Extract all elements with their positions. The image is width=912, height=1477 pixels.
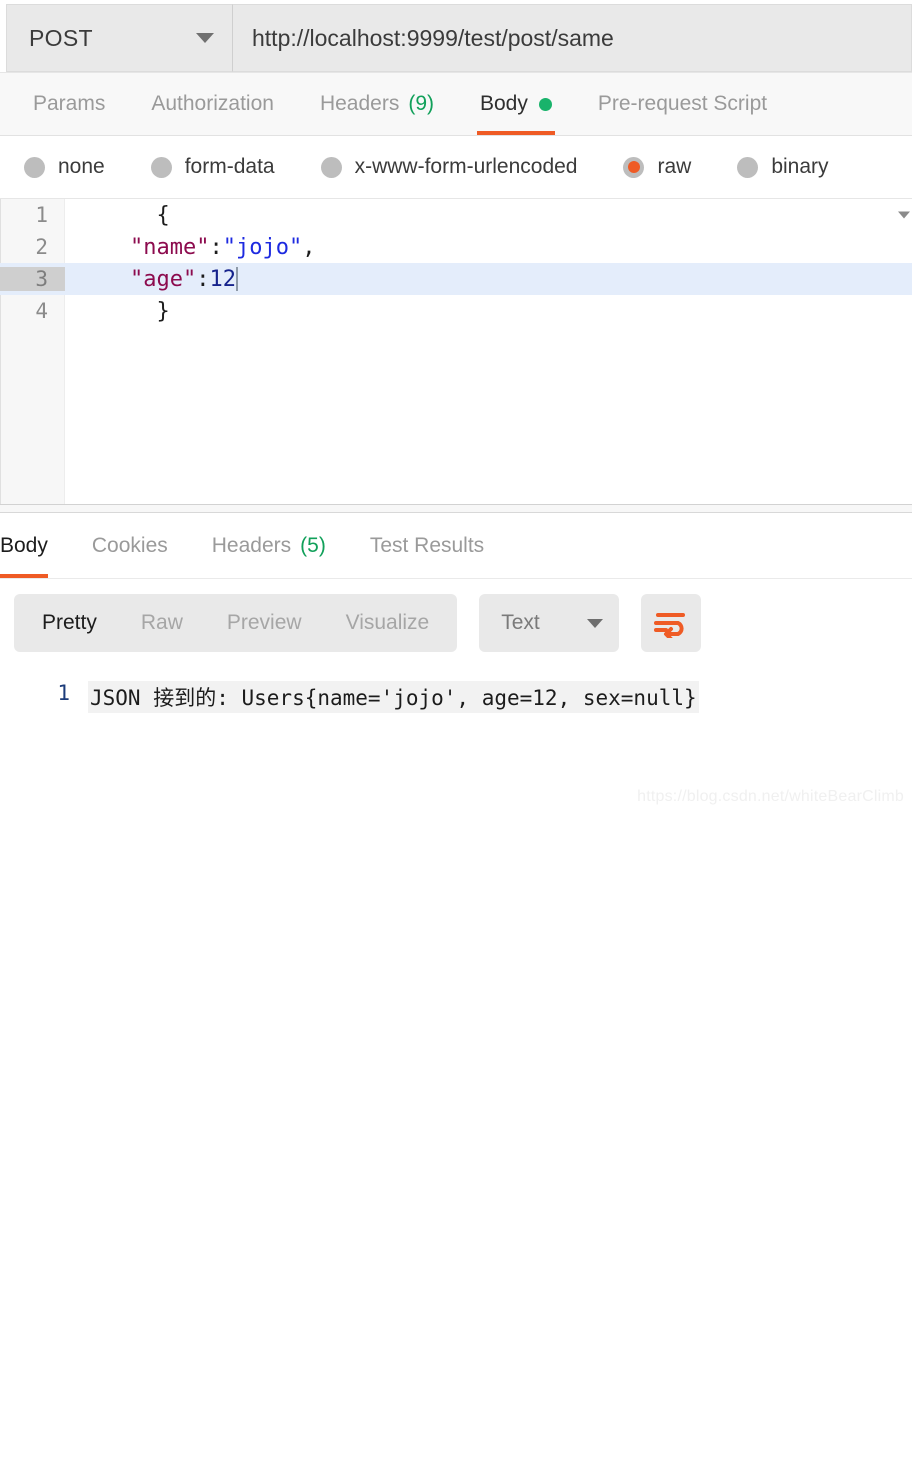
editor-line-number-3: 3 [0, 267, 65, 291]
tab-pre-request-script-label: Pre-request Script [597, 92, 768, 115]
chevron-down-icon [196, 33, 214, 43]
watermark: https://blog.csdn.net/whiteBearClimb [637, 788, 904, 805]
response-tab-body[interactable]: Body [0, 513, 70, 578]
editor-line-2-comma: , [302, 234, 316, 260]
text-cursor [235, 266, 238, 291]
panel-resize-handle[interactable] [0, 504, 912, 513]
response-tab-cookies-label: Cookies [91, 533, 168, 557]
response-format-dropdown[interactable]: Text [479, 594, 620, 652]
url-value: http://localhost:9999/test/post/same [252, 24, 614, 51]
radio-form-data-label: form-data [184, 155, 275, 178]
body-type-radio-group: none form-data x-www-form-urlencoded raw… [0, 136, 912, 198]
request-tab-bar: Params Authorization Headers (9) Body Pr… [0, 72, 912, 136]
request-url-bar: POST http://localhost:9999/test/post/sam… [0, 0, 912, 72]
editor-line-4-text: } [156, 298, 170, 324]
tab-authorization-label: Authorization [151, 92, 274, 115]
view-mode-preview[interactable]: Preview [205, 611, 324, 635]
response-line-number: 1 [57, 681, 70, 705]
response-format-label: Text [501, 611, 540, 634]
editor-line-number-4: 4 [35, 299, 48, 323]
response-view-toolbar: Pretty Raw Preview Visualize Text [0, 579, 912, 667]
view-mode-raw[interactable]: Raw [119, 611, 205, 635]
editor-line-2[interactable]: 2 "name":"jojo", [0, 231, 912, 263]
url-input[interactable]: http://localhost:9999/test/post/same [232, 4, 912, 72]
editor-line-2-key: "name" [129, 234, 210, 260]
view-mode-raw-label: Raw [140, 611, 183, 634]
view-mode-visualize[interactable]: Visualize [324, 611, 452, 635]
radio-raw-icon [623, 156, 645, 178]
view-mode-pretty[interactable]: Pretty [20, 611, 119, 635]
response-view-mode-group: Pretty Raw Preview Visualize [14, 594, 458, 652]
radio-form-data[interactable]: form-data [150, 155, 275, 179]
response-tab-body-label: Body [0, 533, 48, 557]
radio-x-www-form-urlencoded-icon [320, 156, 342, 178]
radio-raw[interactable]: raw [623, 155, 691, 179]
editor-line-1[interactable]: 1 { [0, 199, 912, 231]
tab-headers[interactable]: Headers (9) [297, 73, 457, 135]
editor-line-2-colon: : [209, 234, 223, 260]
radio-x-www-form-urlencoded-label: x-www-form-urlencoded [354, 155, 578, 178]
response-tab-test-results[interactable]: Test Results [348, 513, 506, 578]
editor-line-4[interactable]: 4 } [0, 295, 912, 327]
word-wrap-icon [654, 613, 686, 638]
tab-headers-count: (9) [408, 92, 434, 115]
radio-raw-label: raw [657, 155, 692, 178]
editor-line-3-value: 12 [209, 266, 236, 292]
view-mode-pretty-label: Pretty [42, 611, 97, 634]
response-body-line: 1 JSON 接到的: Users{name='jojo', age=12, s… [0, 681, 912, 713]
fold-arrow-icon[interactable] [898, 211, 910, 219]
editor-line-number-1: 1 [35, 203, 48, 227]
response-tab-bar: Body Cookies Headers (5) Test Results [0, 513, 912, 579]
response-body-text: JSON 接到的: Users{name='jojo', age=12, sex… [88, 681, 699, 713]
radio-binary[interactable]: binary [737, 155, 829, 179]
editor-line-2-value: "jojo" [222, 234, 303, 260]
tab-headers-label: Headers [319, 92, 400, 115]
view-mode-preview-label: Preview [226, 611, 302, 634]
response-tab-headers[interactable]: Headers (5) [190, 513, 348, 578]
http-method-label: POST [29, 24, 93, 51]
tab-body[interactable]: Body [457, 73, 575, 135]
radio-binary-icon [737, 156, 759, 178]
radio-x-www-form-urlencoded[interactable]: x-www-form-urlencoded [320, 155, 578, 179]
tab-authorization[interactable]: Authorization [128, 73, 297, 135]
editor-line-3-colon: : [196, 266, 210, 292]
view-mode-visualize-label: Visualize [345, 611, 430, 634]
editor-line-number-2: 2 [35, 235, 48, 259]
editor-line-1-text: { [156, 202, 170, 228]
response-tab-headers-label: Headers [211, 533, 292, 557]
radio-none-label: none [58, 155, 105, 178]
tab-params-label: Params [33, 92, 106, 115]
radio-none[interactable]: none [24, 155, 105, 179]
radio-none-icon [24, 156, 45, 178]
http-method-dropdown[interactable]: POST [6, 4, 232, 72]
radio-form-data-icon [150, 156, 172, 178]
response-tab-headers-count: (5) [300, 533, 326, 557]
response-tab-test-results-label: Test Results [369, 533, 485, 557]
response-tab-cookies[interactable]: Cookies [70, 513, 190, 578]
radio-binary-label: binary [771, 155, 829, 178]
word-wrap-toggle-button[interactable] [641, 594, 702, 652]
chevron-down-icon [587, 618, 604, 628]
tab-body-label: Body [480, 92, 528, 115]
tab-params[interactable]: Params [10, 73, 128, 135]
tab-pre-request-script[interactable]: Pre-request Script [575, 73, 790, 135]
request-body-editor[interactable]: 1 { 2 "name":"jojo", 3 "age":12 4 } [0, 198, 912, 504]
body-status-dot-icon [538, 97, 552, 111]
